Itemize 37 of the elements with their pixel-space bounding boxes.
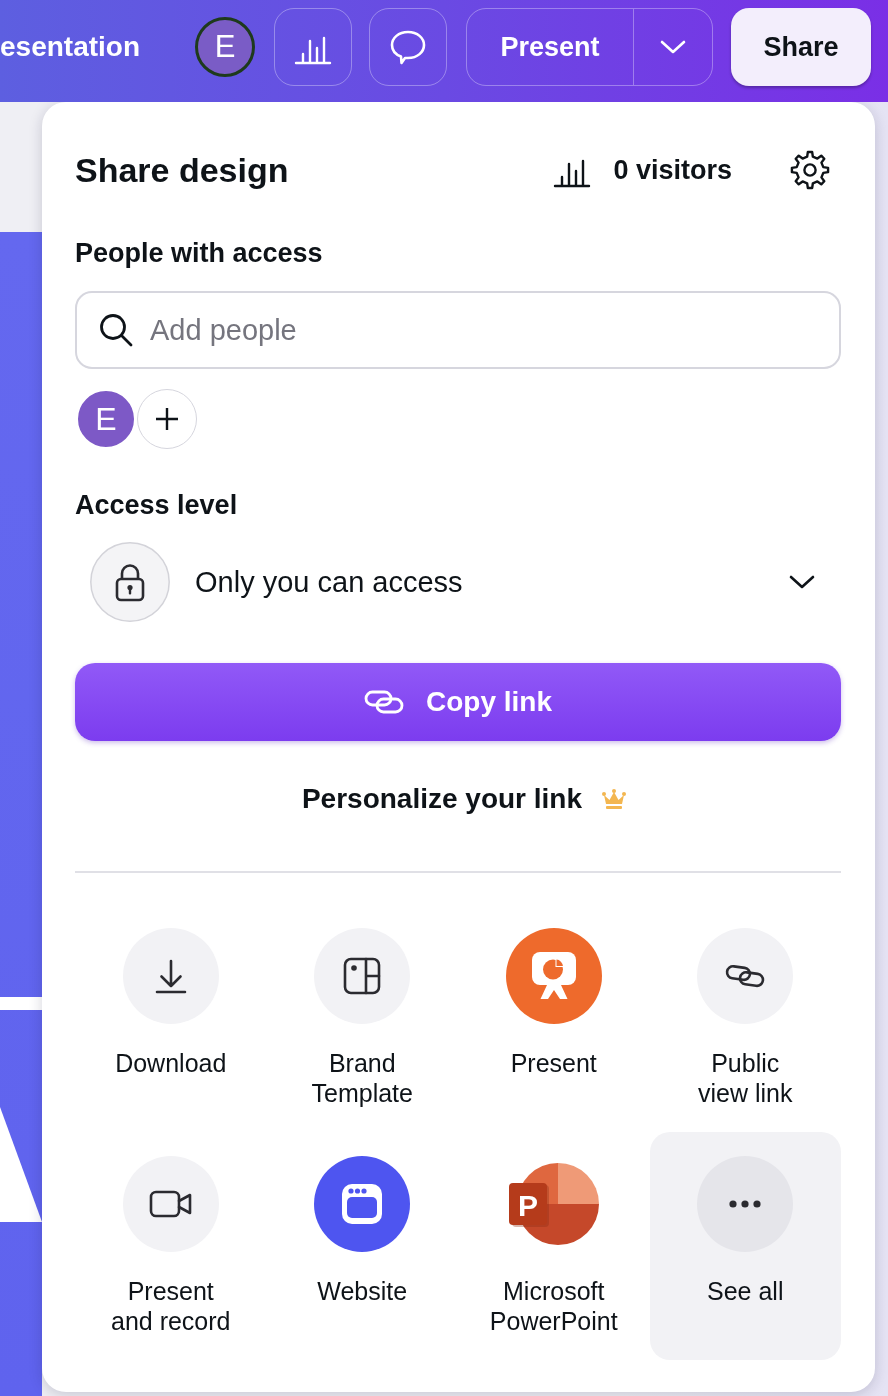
present-button[interactable]: Present [467, 9, 634, 85]
insights-button[interactable] [274, 8, 353, 86]
settings-icon[interactable] [790, 150, 830, 190]
chevron-down-icon [660, 39, 687, 55]
user-avatar[interactable]: E [75, 388, 137, 450]
panel-title: Share design [75, 150, 290, 190]
presentation-screen-icon [505, 928, 602, 1024]
visitors-button[interactable]: 0 visitors [552, 150, 732, 190]
link-icon [697, 928, 794, 1024]
search-icon [97, 311, 135, 349]
powerpoint-option[interactable]: P Microsoft PowerPoint [458, 1132, 650, 1360]
design-title: esentation [0, 31, 141, 63]
more-icon [697, 1156, 794, 1252]
user-avatar[interactable]: E [195, 17, 256, 77]
add-people-field[interactable]: Add people [75, 291, 841, 369]
present-and-record-option[interactable]: Present and record [75, 1132, 267, 1360]
access-level-dropdown[interactable]: Only you can access [75, 542, 841, 622]
brand-template-option[interactable]: Brand Template [266, 904, 458, 1132]
comments-button[interactable] [369, 8, 448, 86]
see-all-option[interactable]: See all [649, 1132, 841, 1360]
lock-icon [90, 542, 170, 622]
layout-icon [314, 928, 411, 1024]
share-button[interactable]: Share [731, 8, 872, 86]
personalize-link-button[interactable]: Personalize your link [289, 779, 627, 819]
link-icon [364, 688, 404, 716]
section-heading: People with access [75, 237, 324, 270]
website-option[interactable]: Website [266, 1132, 458, 1360]
video-camera-icon [122, 1156, 219, 1252]
browser-window-icon [314, 1156, 411, 1252]
copy-link-button[interactable]: Copy link [75, 663, 841, 741]
plus-icon [155, 407, 179, 431]
public-link-option[interactable]: Public view link [649, 904, 841, 1132]
download-icon [122, 928, 219, 1024]
download-option[interactable]: Download [75, 904, 267, 1132]
section-heading: Access level [75, 489, 239, 522]
chevron-down-icon [789, 574, 815, 590]
present-option[interactable]: Present [458, 904, 650, 1132]
